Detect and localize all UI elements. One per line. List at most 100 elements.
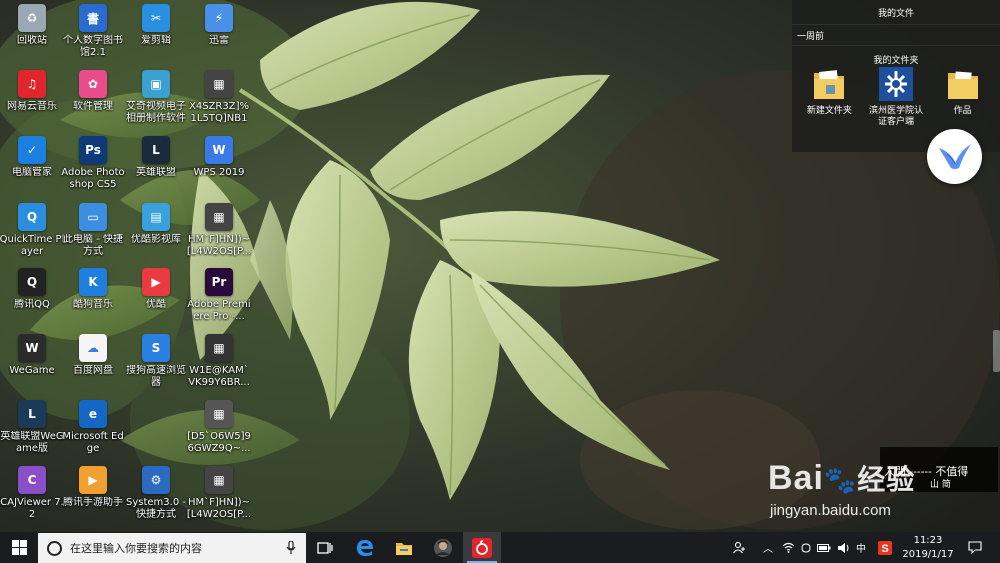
desktop-icon[interactable]: ▣ 艾奇视频电子相册制作软件 <box>124 70 188 130</box>
tray-app-1[interactable] <box>798 532 814 563</box>
desktop-icon-label: HM`F]HN])~[L4W2OS[P... <box>186 234 252 257</box>
desktop-icon[interactable]: ⚙ System3.0 - 快捷方式 <box>124 466 188 526</box>
folder-item-new[interactable]: 新建文件夹 <box>798 67 860 128</box>
windows-logo-icon <box>11 540 27 555</box>
desktop-icon[interactable]: Q 腾讯QQ <box>0 268 64 328</box>
desktop-icon[interactable]: ✂ 爱剪辑 <box>124 4 188 64</box>
speaker-icon <box>837 542 848 553</box>
taskbar-user-app[interactable] <box>424 532 462 563</box>
baidu-watermark: Bai🐾经验 jingyan.baidu.com <box>768 452 968 532</box>
desktop-icon[interactable]: Ps Adobe Photoshop CS5 <box>61 136 125 196</box>
desktop-icon[interactable]: ▶ 优酷 <box>124 268 188 328</box>
cajviewer-icon: C <box>18 466 46 494</box>
desktop-icon[interactable]: ☁ 百度网盘 <box>61 334 125 394</box>
desktop-icon-label: 网易云音乐 <box>7 101 57 112</box>
desktop-icon[interactable]: ▭ 此电脑 - 快捷方式 <box>61 203 125 263</box>
start-button[interactable] <box>0 532 38 563</box>
folder-icon <box>814 70 845 99</box>
clock-date: 2019/1/17 <box>902 549 954 560</box>
sogou-browser-icon: S <box>142 334 170 362</box>
taskbar-search-box[interactable]: 在这里输入你要搜索的内容 <box>38 533 306 563</box>
youku-icon: ▶ <box>142 268 170 296</box>
notification-icon <box>968 541 982 554</box>
action-center-button[interactable] <box>964 532 986 563</box>
people-button[interactable] <box>731 532 749 563</box>
blank-icon <box>142 400 170 428</box>
desktop-icon-label: 优酷影视库 <box>131 234 181 245</box>
desktop-icon-label: CAJViewer 7.2 <box>0 497 64 520</box>
desktop-icon[interactable]: ⚡ 迅雷 <box>187 4 251 64</box>
ime-indicator[interactable]: 中 <box>854 532 868 563</box>
folder-item-works[interactable]: 作品 <box>932 67 994 128</box>
tray-network[interactable] <box>780 532 796 563</box>
taskbar-edge[interactable] <box>346 532 384 563</box>
desktop-icon-label: Microsoft Edge <box>62 431 124 454</box>
image-file-icon: ▦ <box>205 400 233 428</box>
battery-icon <box>817 543 831 552</box>
desktop-icon[interactable]: e Microsoft Edge <box>61 400 125 460</box>
desktop-icon[interactable]: W WeGame <box>0 334 64 394</box>
tencent-mobile-assistant-icon: ▶ <box>79 466 107 494</box>
desktop-icon[interactable]: ▦ HM`F]HN])~[L4W2OS[P... <box>187 203 251 263</box>
desktop-icon[interactable]: W WPS 2019 <box>187 136 251 196</box>
desktop-icon[interactable]: C CAJViewer 7.2 <box>0 466 64 526</box>
premiere-icon: Pr <box>205 268 233 296</box>
task-view-button[interactable] <box>306 532 344 563</box>
desktop-icon[interactable]: L 英雄联盟WeGame版 <box>0 400 64 460</box>
people-icon <box>733 541 745 553</box>
recycle-bin-icon: ♻ <box>18 4 46 32</box>
desktop-icon[interactable]: K 酷狗音乐 <box>61 268 125 328</box>
desktop-icon[interactable]: ✓ 电脑管家 <box>0 136 64 196</box>
tray-volume[interactable] <box>835 532 851 563</box>
desktop-icon[interactable]: Q QuickTime Player <box>0 203 64 263</box>
clock-time: 11:23 <box>913 535 943 546</box>
desktop-icon-label: 酷狗音乐 <box>73 299 113 310</box>
desktop-icon[interactable]: ♫ 网易云音乐 <box>0 70 64 130</box>
file-explorer-icon <box>396 542 412 555</box>
chevron-up-icon: ︿ <box>763 544 773 555</box>
desktop-icon-label: 艾奇视频电子相册制作软件 <box>126 101 186 124</box>
tray-battery[interactable] <box>816 532 832 563</box>
edge-icon: e <box>79 400 107 428</box>
system-clock[interactable]: 11:23 2019/1/17 <box>896 534 960 562</box>
tray-sogou-ime[interactable]: S <box>876 532 894 563</box>
edge-scroll-handle[interactable] <box>993 330 1000 372</box>
panel-title: 我的文件 <box>877 9 914 19</box>
folder-list: 新建文件夹 滨州医学院认证客户端 作品 <box>792 67 1000 128</box>
edge-icon <box>357 539 373 556</box>
desktop-icon[interactable]: ▤ 优酷影视库 <box>124 203 188 263</box>
folder-label: 滨州医学院认证客户端 <box>868 106 923 127</box>
desktop-icon[interactable]: ▶ 腾讯手游助手 <box>61 466 125 526</box>
desktop-icon[interactable]: ▦ [D5`O6W5]96GWZ9Q~... <box>187 400 251 460</box>
desktop-icon[interactable]: 書个人数字图书馆2.1 <box>61 4 125 64</box>
taskbar-file-explorer[interactable] <box>385 532 423 563</box>
taskbar: 在这里输入你要搜索的内容 ︿ 中 S 11:23 2019/1/17 <box>0 532 1000 563</box>
image-file-icon: ▦ <box>205 466 233 494</box>
desktop-icon[interactable]: ✿ 软件管理 <box>61 70 125 130</box>
desktop-icon[interactable]: ♻ 回收站 <box>0 4 64 64</box>
desktop-icon[interactable]: ▦ W1E@KAM`VK99Y6BR... <box>187 334 251 394</box>
photoshop-icon: Ps <box>79 136 107 164</box>
quicktime-icon: Q <box>18 203 46 231</box>
folder-item-campus-client[interactable]: 滨州医学院认证客户端 <box>865 67 927 128</box>
digital-library-icon: 書 <box>79 4 107 32</box>
youku-library-icon: ▤ <box>142 203 170 231</box>
taskbar-netease-music[interactable] <box>463 532 501 563</box>
netease-music-icon: ♫ <box>18 70 46 98</box>
aiqi-video-album-icon: ▣ <box>142 70 170 98</box>
lol-wegame-icon: L <box>18 400 46 428</box>
tray-overflow-button[interactable]: ︿ <box>760 532 776 563</box>
desktop-icon-label: X4SZR3Z]%1L5TQ]NB1U... <box>189 101 249 124</box>
kugou-icon: K <box>79 268 107 296</box>
desktop-icon[interactable]: ▦ HM`F]HN])~[L4W2OS[P... <box>187 466 251 526</box>
software-manager-icon: ✿ <box>79 70 107 98</box>
xunlei-float-button[interactable] <box>927 129 982 184</box>
desktop-icon[interactable]: ▦ X4SZR3Z]%1L5TQ]NB1U... <box>187 70 251 130</box>
desktop-icon-label: HM`F]HN])~[L4W2OS[P... <box>186 497 252 520</box>
desktop-icon[interactable]: S 搜狗高速浏览器 <box>124 334 188 394</box>
microphone-icon[interactable] <box>286 541 296 555</box>
desktop-icon[interactable]: L 英雄联盟 <box>124 136 188 196</box>
desktop-icon[interactable]: Pr Adobe Premiere Pro -... <box>187 268 251 328</box>
bird-icon <box>938 143 971 169</box>
folders-section-title: 我的文件夹 <box>873 56 919 66</box>
